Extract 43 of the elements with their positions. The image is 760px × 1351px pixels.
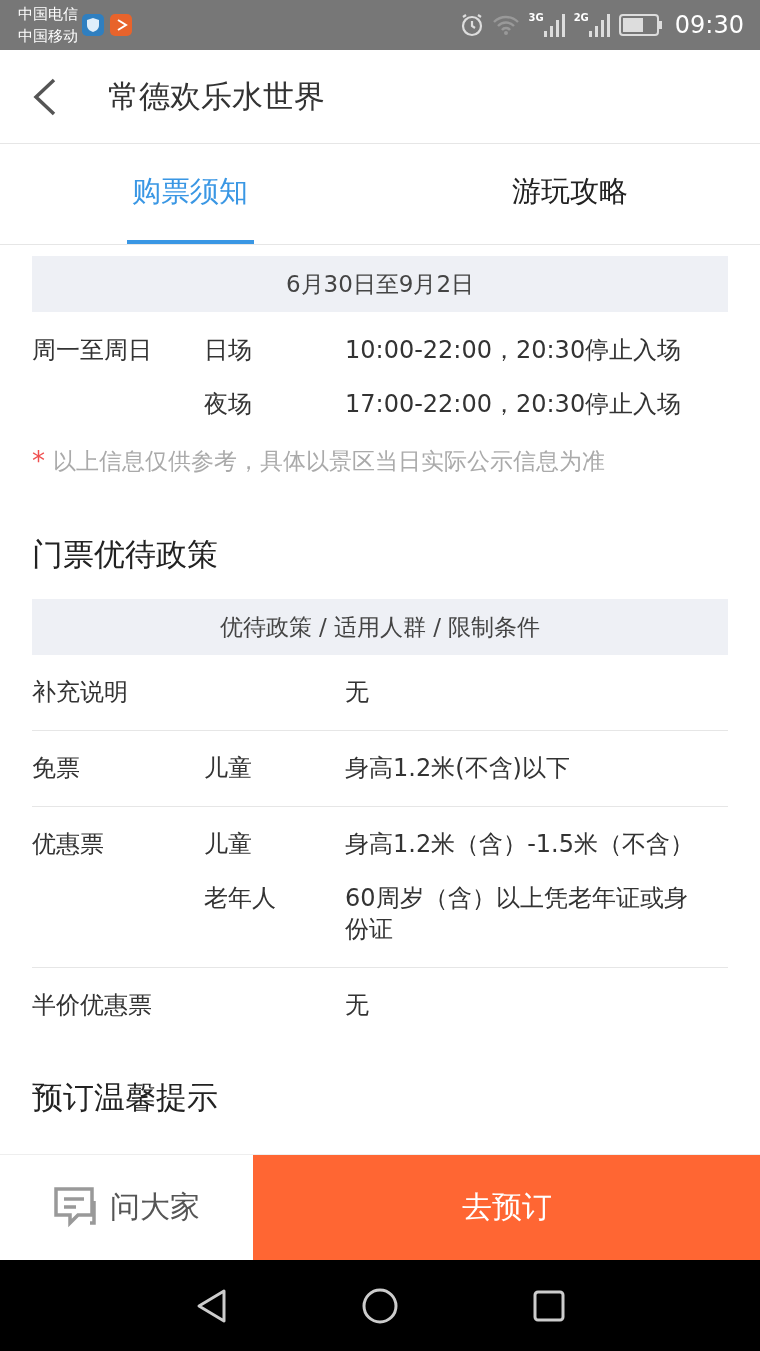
table-header-bar: 优待政策 / 适用人群 / 限制条件 (32, 599, 728, 655)
condition-text: 身高1.2米（含）-1.5米（不含） (345, 829, 695, 860)
signal-icon (588, 13, 611, 37)
clock-time: 09:30 (674, 11, 744, 39)
eligible-group: 老年人 (204, 883, 345, 945)
session-label: 日场 (204, 335, 253, 366)
opening-hours: 17:00-22:00，20:30停止入场 (345, 389, 682, 420)
battery-icon (618, 14, 663, 36)
condition-text: 身高1.2米(不含)以下 (345, 753, 571, 784)
disclaimer-note: 以上信息仅供参考，具体以景区当日实际公示信息为准 (53, 446, 605, 476)
section-heading: 门票优待政策 (32, 535, 219, 574)
days-label: 周一至周日 (32, 335, 153, 366)
page-title: 常德欢乐水世界 (108, 76, 325, 116)
alarm-icon (460, 13, 485, 37)
wifi-icon (492, 14, 521, 36)
opening-hours: 10:00-22:00，20:30停止入场 (345, 335, 682, 366)
play-icon (110, 14, 132, 36)
eligible-group: 儿童 (204, 753, 345, 784)
date-range-bar: 6月30日至9月2日 (32, 256, 728, 312)
carrier-name: 中国电信 (18, 4, 78, 25)
recent-apps-icon[interactable] (533, 1289, 565, 1322)
condition-text: 无 (345, 677, 370, 708)
back-icon (32, 77, 58, 116)
tab[interactable]: 游玩攻略 (506, 144, 634, 244)
section-heading: 预订温馨提示 (32, 1078, 219, 1117)
policy-name: 补充说明 (32, 677, 129, 708)
signal-icon (543, 13, 566, 37)
chat-icon (53, 1186, 98, 1229)
asterisk-mark: * (32, 446, 45, 476)
carrier-name: 中国移动 (18, 26, 78, 47)
back-icon[interactable] (195, 1287, 227, 1324)
session-label: 夜场 (204, 389, 253, 420)
condition-text: 60周岁（含）以上凭老年证或身份证 (345, 883, 689, 945)
condition-text: 无 (345, 990, 370, 1021)
eligible-group: 儿童 (204, 829, 345, 860)
policy-name: 免票 (32, 753, 81, 784)
back-button[interactable] (32, 77, 58, 116)
policy-name: 半价优惠票 (32, 990, 153, 1021)
network-type-label: 3G (528, 13, 544, 23)
policy-name: 优惠票 (32, 829, 105, 860)
network-type-label: 2G (573, 13, 589, 23)
home-icon[interactable] (362, 1287, 398, 1324)
shield-icon (82, 14, 104, 36)
